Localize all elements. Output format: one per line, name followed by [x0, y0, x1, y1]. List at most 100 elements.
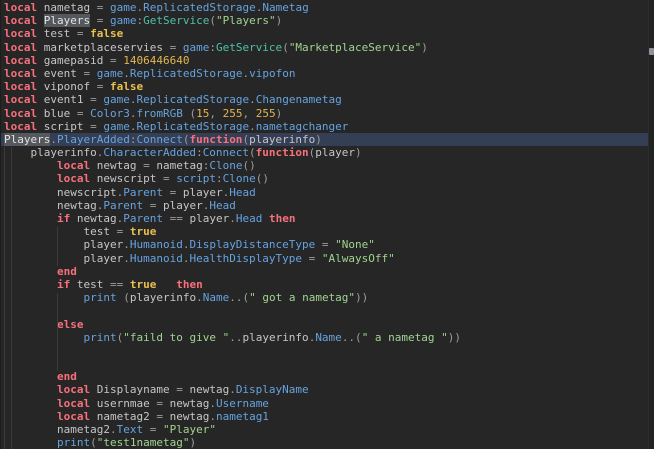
code-token: Parent: [123, 186, 163, 199]
code-line[interactable]: playerinfo.CharacterAdded:Connect(functi…: [0, 146, 654, 159]
code-line[interactable]: player.Humanoid.DisplayDistanceType = "N…: [0, 238, 654, 251]
code-token: (): [256, 172, 269, 185]
code-token: (: [209, 14, 216, 27]
code-line[interactable]: local test = false: [0, 27, 654, 40]
scrollbar-track[interactable]: [648, 0, 654, 449]
code-token: ): [276, 107, 283, 120]
code-token: Displayname: [90, 383, 176, 396]
code-line[interactable]: local newtag = nametag:Clone(): [0, 159, 654, 172]
code-line[interactable]: local Displayname = newtag.DisplayName: [0, 383, 654, 396]
code-token: Parent: [123, 212, 163, 225]
code-token: .: [209, 410, 216, 423]
code-line[interactable]: local viponof = false: [0, 80, 654, 93]
code-token: print: [83, 331, 116, 344]
code-token: Name: [315, 331, 342, 344]
code-line[interactable]: local newscript = script:Clone(): [0, 172, 654, 185]
code-token: "Players": [216, 14, 276, 27]
code-line[interactable]: newtag.Parent = player.Head: [0, 199, 654, 212]
code-token: GetService: [143, 14, 209, 27]
code-line[interactable]: local event1 = game.ReplicatedStorage.Ch…: [0, 93, 654, 106]
code-token: [37, 14, 44, 27]
code-token: test: [37, 27, 77, 40]
code-token: [123, 225, 130, 238]
code-line[interactable]: print("faild to give "..playerinfo.Name.…: [0, 331, 654, 344]
code-token: =: [143, 159, 150, 172]
code-line[interactable]: local blue = Color3.fromRGB (15, 255, 25…: [0, 107, 654, 120]
code-token: ): [421, 41, 428, 54]
code-line[interactable]: local event = game.ReplicatedStorage.vip…: [0, 67, 654, 80]
code-token: newtag: [163, 397, 209, 410]
scrollbar-thumb[interactable]: [649, 48, 654, 55]
code-line[interactable]: nametag2.Text = "Player": [0, 423, 654, 436]
code-line[interactable]: if test == true then: [0, 278, 654, 291]
code-token: [249, 107, 256, 120]
code-token: "None": [335, 238, 375, 251]
code-line[interactable]: local nametag = game.ReplicatedStorage.N…: [0, 1, 654, 14]
code-token: playerinfo: [249, 133, 315, 146]
code-token: =: [90, 120, 97, 133]
code-token: else: [57, 318, 84, 331]
code-line[interactable]: if newtag.Parent == player.Head then: [0, 212, 654, 225]
code-line[interactable]: player.Humanoid.HealthDisplayType = "Alw…: [0, 252, 654, 265]
code-token: DisplayName: [236, 383, 309, 396]
code-token: local: [4, 67, 37, 80]
code-token: then: [176, 278, 203, 291]
code-line[interactable]: [0, 344, 654, 357]
code-token: ): [355, 146, 362, 159]
code-token: )): [448, 331, 461, 344]
code-line[interactable]: local usernmae = newtag.Username: [0, 397, 654, 410]
code-line-current[interactable]: Players.PlayerAdded:Connect(function(pla…: [0, 133, 654, 146]
code-token: "faild to give ": [123, 331, 229, 344]
code-line[interactable]: print("test1nametag"): [0, 436, 654, 449]
code-line[interactable]: end: [0, 265, 654, 278]
code-token: [4, 291, 83, 304]
code-token: local: [57, 410, 90, 423]
code-line[interactable]: [0, 304, 654, 317]
editor-left-edge: [0, 0, 1, 449]
code-line[interactable]: local Players = game:GetService("Players…: [0, 14, 654, 27]
code-token: [315, 238, 322, 251]
code-line[interactable]: local script = game.ReplicatedStorage.na…: [0, 120, 654, 133]
code-token: .: [249, 93, 256, 106]
code-line[interactable]: print (playerinfo.Name..(" got a nametag…: [0, 291, 654, 304]
code-token: player: [183, 212, 229, 225]
code-token: nametag2: [90, 410, 156, 423]
code-token: Changenametag: [256, 93, 342, 106]
code-line[interactable]: [0, 357, 654, 370]
code-line[interactable]: test = true: [0, 225, 654, 238]
code-token: playerinfo: [242, 331, 308, 344]
code-token: =: [77, 107, 84, 120]
code-token: nametag1: [216, 410, 269, 423]
code-token: ): [315, 133, 322, 146]
code-token: .: [123, 252, 130, 265]
code-token: :: [216, 172, 223, 185]
code-token: newscript: [90, 172, 163, 185]
code-token: "AlwaysOff": [322, 252, 395, 265]
code-line[interactable]: local marketplaceservies = game:GetServi…: [0, 41, 654, 54]
code-token: Color3: [90, 107, 130, 120]
code-token: [156, 278, 176, 291]
code-token: ): [189, 436, 196, 449]
code-token: Connect: [136, 133, 182, 146]
code-token: [163, 186, 170, 199]
code-token: 255: [223, 107, 243, 120]
code-token: 1406446640: [123, 54, 189, 67]
code-line[interactable]: local gamepasid = 1406446640: [0, 54, 654, 67]
code-token: .: [196, 291, 203, 304]
code-token: " got a nametag": [249, 291, 355, 304]
code-token: newtag: [183, 383, 229, 396]
code-line[interactable]: local nametag2 = newtag.nametag1: [0, 410, 654, 423]
code-token: ,: [209, 107, 216, 120]
code-token: Head: [236, 212, 263, 225]
code-token: .: [249, 120, 256, 133]
code-area[interactable]: local nametag = game.ReplicatedStorage.N…: [0, 1, 654, 449]
code-line[interactable]: else: [0, 318, 654, 331]
code-token: ==: [110, 278, 123, 291]
code-token: " a nametag ": [362, 331, 448, 344]
code-token: print: [57, 436, 90, 449]
code-line[interactable]: end: [0, 370, 654, 383]
code-token: local: [4, 1, 37, 14]
code-token: ): [276, 14, 283, 27]
code-token: function: [189, 133, 242, 146]
code-line[interactable]: newscript.Parent = player.Head: [0, 186, 654, 199]
